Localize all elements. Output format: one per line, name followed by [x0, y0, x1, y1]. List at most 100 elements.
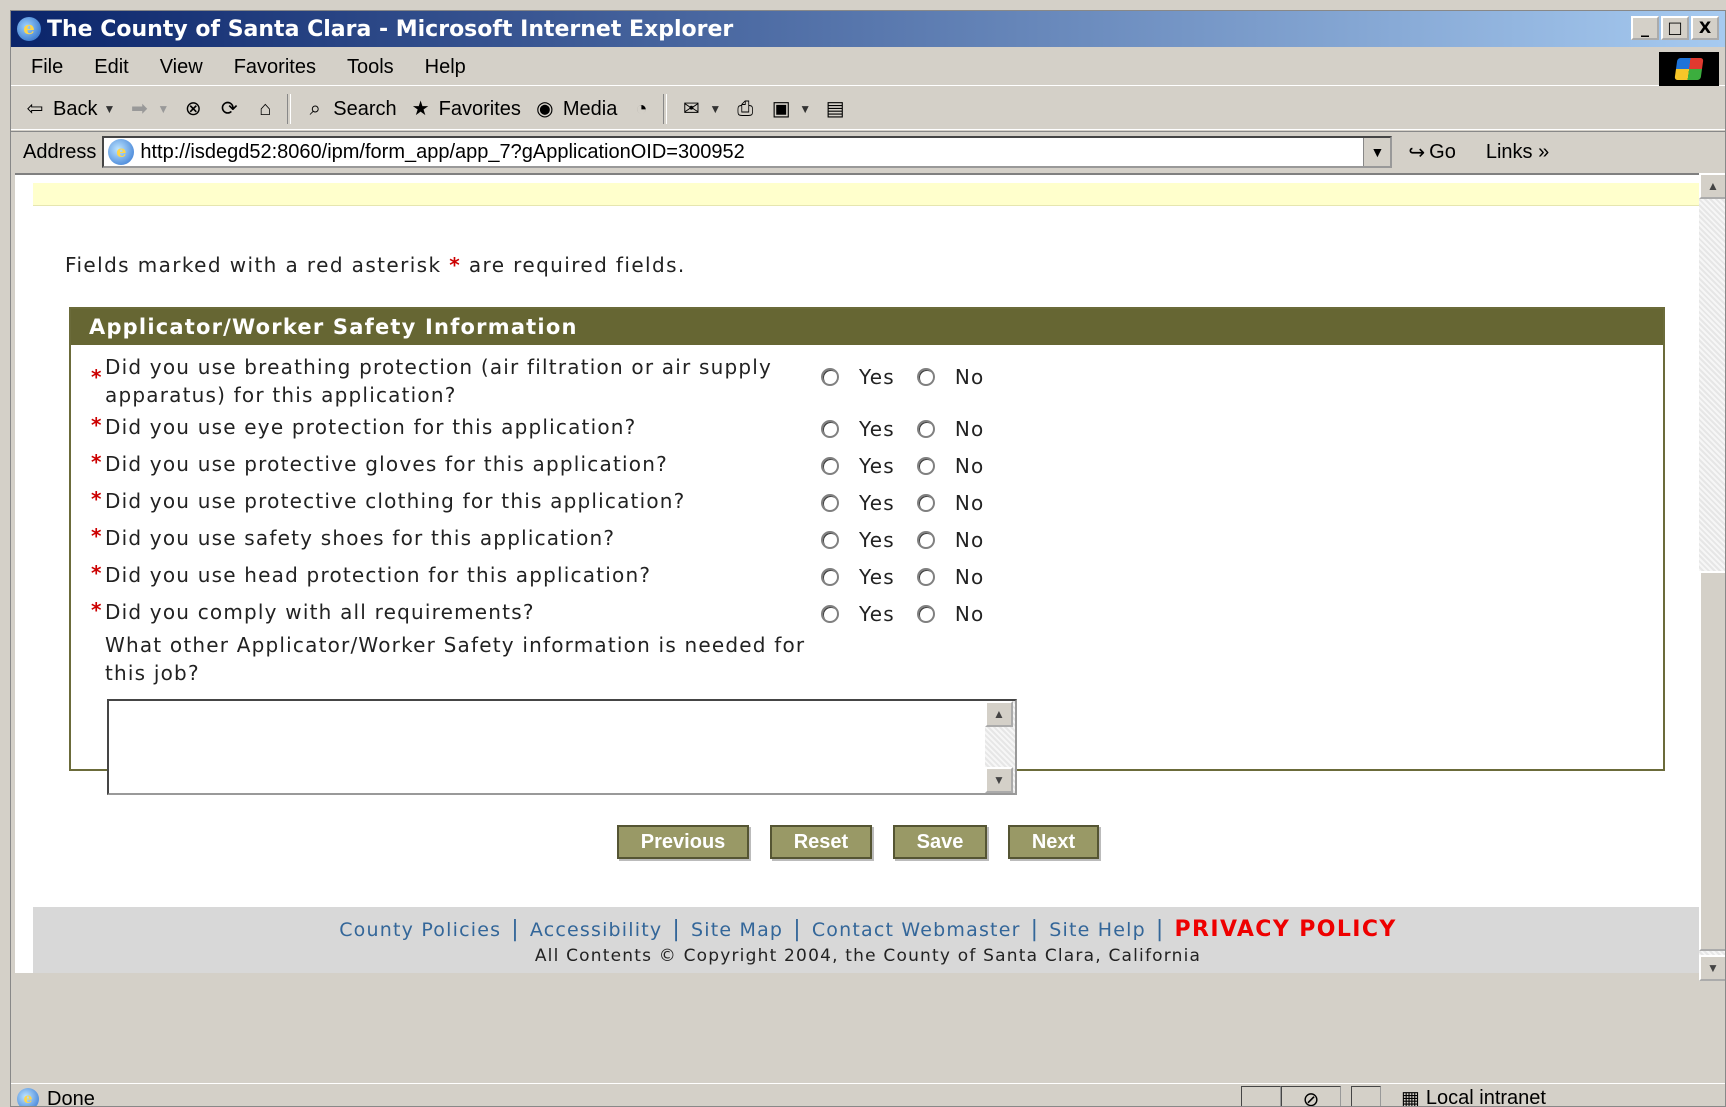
yes-label: Yes — [859, 528, 895, 552]
media-button[interactable]: ◉ Media — [533, 97, 617, 121]
textarea-scrollbar[interactable]: ▲ ▼ — [985, 701, 1015, 793]
footer-link-accessibility[interactable]: Accessibility — [530, 919, 663, 941]
ie-icon: e — [17, 17, 41, 41]
back-dropdown-icon[interactable]: ▼ — [103, 102, 115, 116]
question-text: Did you use breathing protection (air fi… — [105, 355, 773, 407]
menu-help[interactable]: Help — [425, 56, 466, 79]
no-radio[interactable] — [916, 420, 935, 438]
copyright: All Contents © Copyright 2004, the Count… — [534, 946, 1202, 966]
footer-link-site-map[interactable]: Site Map — [691, 919, 783, 941]
scroll-up-icon[interactable]: ▲ — [985, 701, 1013, 727]
other-safety-textarea[interactable]: ▲ ▼ — [107, 699, 1017, 795]
notice-bar — [33, 183, 1701, 206]
no-label: No — [954, 454, 985, 478]
reset-button[interactable]: Reset — [769, 825, 873, 859]
no-radio[interactable] — [916, 457, 935, 475]
yes-radio[interactable] — [821, 457, 839, 475]
footer-link-site-help[interactable]: Site Help — [1049, 919, 1146, 941]
other-question-row: What other Applicator/Worker Safety info… — [91, 631, 1091, 691]
address-url[interactable]: http://isdegd52:8060/ipm/form_app/app_7?… — [140, 141, 744, 164]
home-button[interactable]: ⌂ — [253, 97, 277, 121]
required-note: Fields marked with a red asterisk * are … — [65, 253, 686, 277]
edit-button[interactable]: ▣ ▼ — [769, 97, 811, 121]
question-text: Did you use protective gloves for this a… — [105, 452, 668, 476]
edit-dropdown-icon[interactable]: ▼ — [799, 102, 811, 116]
scroll-down-icon[interactable]: ▼ — [1699, 955, 1725, 981]
go-label: Go — [1429, 140, 1456, 163]
footer-links: County Policies | Accessibility | Site Map | C… — [339, 917, 1397, 942]
stop-button[interactable]: ⊗ — [181, 97, 205, 121]
go-button[interactable]: ↪ Go — [1408, 140, 1455, 165]
yes-label: Yes — [859, 491, 895, 515]
address-dropdown-icon[interactable]: ▼ — [1363, 138, 1391, 166]
question-row: * Did you comply with all requirements? … — [91, 598, 1091, 628]
menu-favorites[interactable]: Favorites — [234, 56, 316, 79]
yes-radio[interactable] — [821, 368, 839, 386]
footer-link-county-policies[interactable]: County Policies — [339, 919, 501, 941]
question-row: * Did you use protective gloves for this… — [91, 450, 1091, 480]
required-asterisk: * — [449, 253, 462, 277]
previous-button[interactable]: Previous — [616, 825, 750, 859]
no-radio[interactable] — [916, 494, 935, 512]
menu-bar: File Edit View Favorites Tools Help — [11, 49, 1725, 86]
privacy-status-icon[interactable]: ⊘ — [1281, 1086, 1341, 1106]
refresh-button[interactable]: ⟳ — [217, 97, 241, 121]
no-label: No — [954, 417, 985, 441]
scroll-down-icon[interactable]: ▼ — [985, 767, 1013, 793]
status-cell — [1351, 1086, 1381, 1106]
status-text: Done — [47, 1087, 95, 1107]
mail-icon: ✉ — [682, 98, 700, 120]
forward-dropdown-icon[interactable]: ▼ — [157, 102, 169, 116]
minimize-button[interactable]: _ — [1631, 16, 1659, 40]
yes-label: Yes — [859, 454, 895, 478]
mail-dropdown-icon[interactable]: ▼ — [709, 102, 721, 116]
close-button[interactable]: X — [1691, 16, 1719, 40]
page-content: Fields marked with a red asterisk * are … — [15, 173, 1701, 973]
save-button[interactable]: Save — [892, 825, 988, 859]
discuss-button[interactable]: ▤ — [823, 97, 847, 121]
scroll-up-icon[interactable]: ▲ — [1699, 173, 1725, 199]
no-radio[interactable] — [916, 368, 935, 386]
forward-button[interactable]: ➡ ▼ — [127, 97, 169, 121]
print-button[interactable]: ⎙ — [733, 97, 757, 121]
yes-radio[interactable] — [821, 605, 839, 623]
question-row: * Did you use eye protection for this ap… — [91, 413, 1091, 443]
footer: County Policies | Accessibility | Site Map | C… — [33, 907, 1701, 973]
history-button[interactable]: ◔ — [629, 97, 653, 121]
required-note-after: are required fields. — [468, 253, 686, 277]
mail-button[interactable]: ✉ ▼ — [679, 97, 721, 121]
back-button[interactable]: ⇦ Back ▼ — [23, 97, 116, 121]
address-input[interactable]: e http://isdegd52:8060/ipm/form_app/app_… — [102, 136, 1393, 168]
no-radio[interactable] — [916, 605, 935, 623]
yes-radio[interactable] — [821, 420, 839, 438]
favorites-label: Favorites — [438, 97, 521, 120]
required-asterisk: * — [91, 524, 103, 548]
next-button[interactable]: Next — [1007, 825, 1100, 859]
question-row: * Did you use head protection for this a… — [91, 561, 1091, 591]
yes-radio[interactable] — [821, 531, 839, 549]
footer-link-contact-webmaster[interactable]: Contact Webmaster — [812, 919, 1021, 941]
scrollbar-thumb[interactable] — [1699, 571, 1725, 951]
no-radio[interactable] — [916, 568, 935, 586]
favorites-button[interactable]: ★ Favorites — [409, 97, 521, 121]
menu-tools[interactable]: Tools — [347, 56, 394, 79]
menu-file[interactable]: File — [31, 56, 63, 79]
required-asterisk: * — [91, 365, 103, 389]
maximize-button[interactable]: □ — [1661, 16, 1689, 40]
footer-link-privacy-policy[interactable]: PRIVACY POLICY — [1175, 917, 1397, 942]
yes-radio[interactable] — [821, 568, 839, 586]
status-bar: e Done ⊘ ▦ Local intranet — [11, 1083, 1725, 1107]
search-button[interactable]: ⌕ Search — [303, 97, 397, 121]
yes-radio[interactable] — [821, 494, 839, 512]
toolbar-separator — [287, 94, 292, 124]
media-label: Media — [562, 97, 618, 120]
links-button[interactable]: Links » — [1486, 141, 1549, 164]
menu-view[interactable]: View — [160, 56, 203, 79]
zone-label: Local intranet — [1425, 1087, 1546, 1107]
address-label: Address — [23, 140, 97, 163]
menu-edit[interactable]: Edit — [94, 56, 128, 79]
go-arrow-icon: ↪ — [1408, 141, 1426, 164]
page-scrollbar[interactable]: ▲ ▼ — [1699, 173, 1725, 981]
no-radio[interactable] — [916, 531, 935, 549]
windows-logo-icon — [1659, 52, 1719, 86]
